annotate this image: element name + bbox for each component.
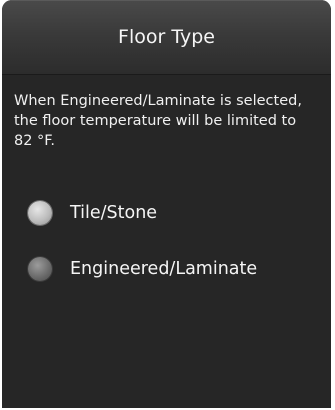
content-area: When Engineered/Laminate is selected, th…: [2, 75, 331, 408]
floor-type-description: When Engineered/Laminate is selected, th…: [14, 93, 302, 149]
radio-engineered-laminate[interactable]: [28, 257, 52, 281]
header-bar: Floor Type: [2, 0, 331, 75]
page-title: Floor Type: [118, 26, 215, 48]
option-tile-stone[interactable]: Tile/Stone: [28, 198, 157, 228]
option-label-tile-stone: Tile/Stone: [70, 203, 158, 223]
option-label-engineered-laminate: Engineered/Laminate: [70, 259, 258, 279]
radio-tile-stone[interactable]: [28, 201, 52, 225]
floor-type-screen: Floor Type When Engineered/Laminate is s…: [2, 0, 331, 408]
option-engineered-laminate[interactable]: Engineered/Laminate: [28, 254, 257, 284]
